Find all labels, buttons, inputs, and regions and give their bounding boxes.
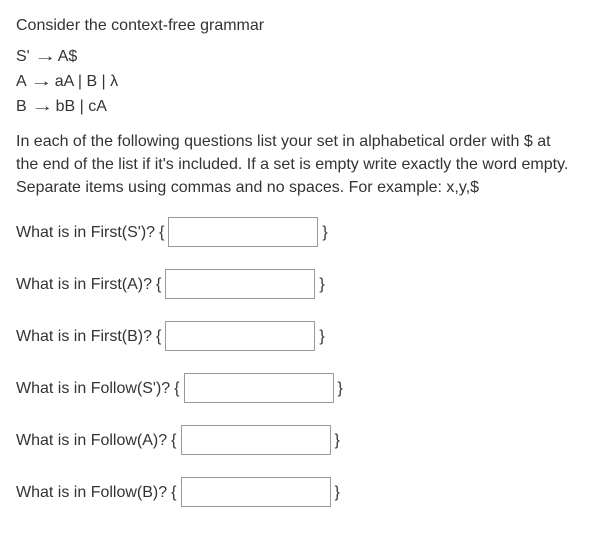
close-brace: }: [335, 481, 340, 504]
instructions-text: In each of the following questions list …: [16, 130, 575, 200]
open-brace: {: [171, 481, 176, 504]
question-first-a: What is in First(A)? { }: [16, 269, 575, 299]
answer-input-follow-a[interactable]: [181, 425, 331, 455]
answer-input-first-a[interactable]: [165, 269, 315, 299]
question-first-b: What is in First(B)? { }: [16, 321, 575, 351]
answer-input-first-b[interactable]: [165, 321, 315, 351]
question-follow-s-prime: What is in Follow(S')? { }: [16, 373, 575, 403]
question-follow-a: What is in Follow(A)? { }: [16, 425, 575, 455]
question-first-s-prime: What is in First(S')? { }: [16, 217, 575, 247]
open-brace: {: [171, 429, 176, 452]
open-brace: {: [156, 273, 161, 296]
question-label: What is in Follow(B)?: [16, 481, 167, 504]
grammar-line-3: B → bB | cA: [16, 95, 575, 120]
answer-input-follow-s-prime[interactable]: [184, 373, 334, 403]
close-brace: }: [319, 325, 324, 348]
question-label: What is in First(A)?: [16, 273, 152, 296]
g2-rhs: aA | B | λ: [55, 73, 118, 90]
answer-input-follow-b[interactable]: [181, 477, 331, 507]
arrow-icon: →: [34, 45, 56, 70]
grammar-line-1: S' → A$: [16, 45, 575, 70]
g1-lhs: S': [16, 48, 30, 65]
arrow-icon: →: [31, 95, 53, 120]
question-label: What is in First(B)?: [16, 325, 152, 348]
g3-rhs: bB | cA: [56, 98, 107, 115]
arrow-icon: →: [30, 70, 52, 95]
grammar-block: S' → A$ A → aA | B | λ B → bB | cA: [16, 45, 575, 119]
question-label: What is in Follow(S')?: [16, 377, 170, 400]
intro-text: Consider the context-free grammar: [16, 14, 575, 37]
grammar-line-2: A → aA | B | λ: [16, 70, 575, 95]
g1-rhs: A$: [58, 48, 78, 65]
close-brace: }: [338, 377, 343, 400]
open-brace: {: [156, 325, 161, 348]
question-follow-b: What is in Follow(B)? { }: [16, 477, 575, 507]
close-brace: }: [322, 221, 327, 244]
open-brace: {: [159, 221, 164, 244]
answer-input-first-s-prime[interactable]: [168, 217, 318, 247]
g3-lhs: B: [16, 98, 27, 115]
close-brace: }: [335, 429, 340, 452]
close-brace: }: [319, 273, 324, 296]
question-label: What is in First(S')?: [16, 221, 155, 244]
question-label: What is in Follow(A)?: [16, 429, 167, 452]
open-brace: {: [174, 377, 179, 400]
g2-lhs: A: [16, 73, 26, 90]
